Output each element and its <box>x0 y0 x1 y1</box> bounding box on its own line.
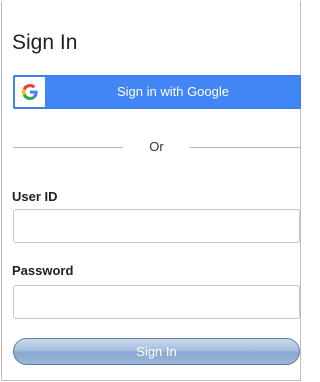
sign-in-button[interactable]: Sign In <box>13 338 300 365</box>
user-id-label: User ID <box>12 189 58 204</box>
divider-line-left <box>13 147 123 148</box>
divider-line-right <box>190 147 300 148</box>
google-g-icon <box>22 84 38 100</box>
divider-text: Or <box>149 139 164 154</box>
password-label: Password <box>12 263 74 278</box>
password-input[interactable] <box>13 285 300 319</box>
google-sign-in-label: Sign in with Google <box>116 84 229 99</box>
google-sign-in-button[interactable]: Sign in with Google <box>13 75 301 109</box>
google-logo-tile <box>15 77 45 107</box>
page-title: Sign In <box>12 31 78 54</box>
user-id-input[interactable] <box>13 209 300 243</box>
sign-in-panel: Sign In Sign in with Google Or User ID P… <box>1 1 301 381</box>
